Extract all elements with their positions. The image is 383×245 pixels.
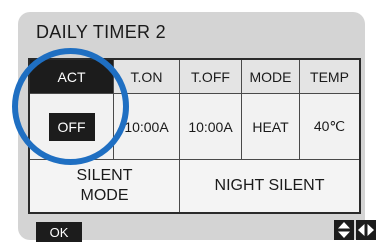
column-label-mode: MODE xyxy=(249,68,292,85)
temp-value[interactable]: 40℃ xyxy=(300,94,359,160)
mode-value[interactable]: HEAT xyxy=(242,94,300,160)
page-title: DAILY TIMER 2 xyxy=(36,22,166,42)
column-label-t-off: T.OFF xyxy=(191,68,230,85)
silent-mode-button[interactable]: SILENT MODE xyxy=(30,160,180,212)
night-silent-button[interactable]: NIGHT SILENT xyxy=(180,160,359,212)
highlight-ring xyxy=(12,48,129,165)
ok-button[interactable]: OK xyxy=(36,222,82,242)
column-label-temp: TEMP xyxy=(310,68,349,85)
column-label-t-on: T.ON xyxy=(130,68,163,85)
t-off-value[interactable]: 10:00A xyxy=(180,94,242,160)
column-header-temp[interactable]: TEMP xyxy=(300,60,359,94)
column-header-mode[interactable]: MODE xyxy=(242,60,300,94)
up-down-arrows-icon[interactable] xyxy=(334,220,354,240)
column-header-t-off[interactable]: T.OFF xyxy=(180,60,242,94)
left-right-arrows-icon[interactable] xyxy=(356,220,376,240)
